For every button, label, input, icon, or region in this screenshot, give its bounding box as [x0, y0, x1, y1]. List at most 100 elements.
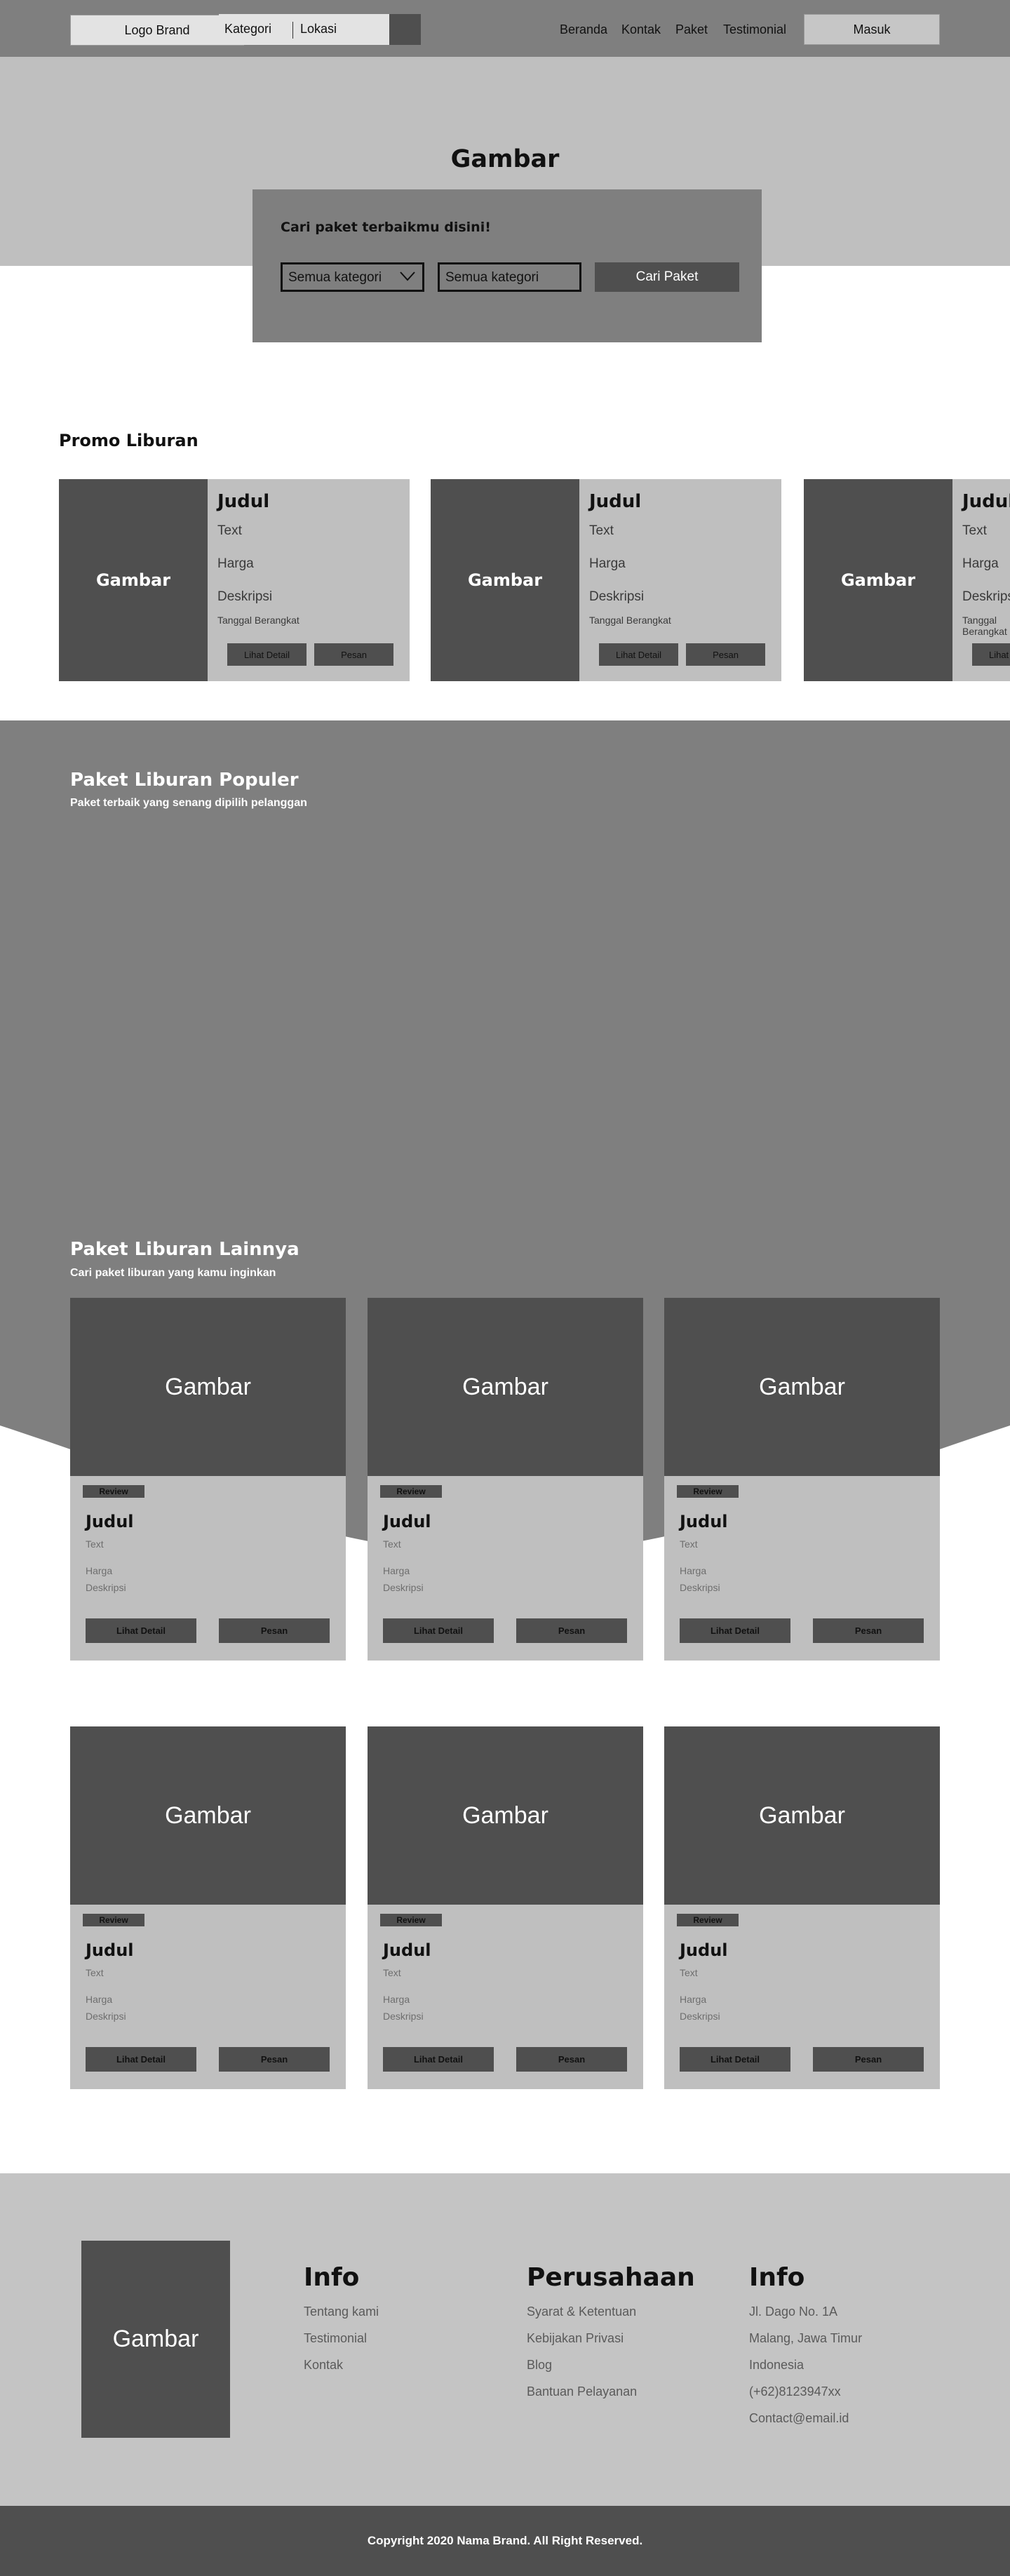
pesan-button[interactable]: Pesan	[813, 1618, 924, 1643]
package-card[interactable]: Gambar Review Judul Text Harga Deskripsi…	[70, 1726, 346, 2089]
nav-link-kontak[interactable]: Kontak	[621, 22, 661, 37]
lihat-detail-button[interactable]: Lihat Detail	[680, 2047, 790, 2072]
lihat-detail-button[interactable]: Lihat Detail	[680, 1618, 790, 1643]
search-button[interactable]	[389, 14, 421, 45]
pesan-button[interactable]: Pesan	[219, 2047, 330, 2072]
package-card-image: Gambar	[70, 1726, 346, 1905]
package-card-text: Text	[86, 1967, 104, 1978]
chevron-down-icon	[400, 271, 415, 281]
promo-card-text: Text	[217, 523, 242, 538]
footer-address-city: Malang, Jawa Timur	[749, 2331, 863, 2345]
footer-info-heading: Info	[304, 2263, 360, 2292]
package-card[interactable]: Gambar Review Judul Text Harga Deskripsi…	[368, 1298, 643, 1661]
review-badge[interactable]: Review	[380, 1485, 442, 1498]
promo-card-text: Text	[589, 523, 614, 538]
copyright-text: Copyright 2020 Nama Brand. All Right Res…	[0, 2506, 1010, 2576]
package-card[interactable]: Gambar Review Judul Text Harga Deskripsi…	[664, 1726, 940, 2089]
promo-card[interactable]: Gambar Judul Text Harga Deskripsi Tangga…	[431, 479, 781, 681]
promo-card-harga: Harga	[589, 556, 626, 571]
nav-search-kategori[interactable]: Kategori	[224, 22, 271, 36]
review-badge[interactable]: Review	[677, 1485, 739, 1498]
package-card-deskripsi: Deskripsi	[86, 2011, 126, 2022]
package-card-deskripsi: Deskripsi	[86, 1582, 126, 1593]
package-card-judul: Judul	[86, 1512, 134, 1531]
pesan-button[interactable]: Pesan	[516, 2047, 627, 2072]
package-card-text: Text	[383, 1538, 401, 1550]
lihat-detail-button[interactable]: Lihat Detail	[86, 2047, 196, 2072]
lihat-detail-button[interactable]: Lihat Detail	[599, 643, 678, 666]
lihat-detail-button[interactable]: Lihat Detail	[86, 1618, 196, 1643]
package-card-judul: Judul	[383, 1940, 431, 1960]
package-card-harga: Harga	[680, 1565, 707, 1576]
footer-link-blog[interactable]: Blog	[527, 2358, 552, 2373]
package-card-image: Gambar	[70, 1298, 346, 1476]
promo-card-deskripsi: Deskripsi	[217, 589, 273, 604]
promo-card-deskripsi: Deskripsi	[962, 589, 1010, 604]
lainnya-section-subtitle: Cari paket liburan yang kamu inginkan	[70, 1267, 276, 1279]
package-card-image: Gambar	[664, 1726, 940, 1905]
package-card-deskripsi: Deskripsi	[383, 1582, 424, 1593]
package-card-judul: Judul	[86, 1940, 134, 1960]
footer-link-kontak[interactable]: Kontak	[304, 2358, 343, 2373]
promo-card[interactable]: Gambar Judul Text Harga Deskripsi Tangga…	[804, 479, 1010, 681]
footer-email[interactable]: Contact@email.id	[749, 2411, 849, 2426]
kategori-select-2[interactable]: Semua kategori	[438, 262, 581, 292]
review-badge[interactable]: Review	[380, 1914, 442, 1926]
package-card-text: Text	[383, 1967, 401, 1978]
footer-link-testimonial[interactable]: Testimonial	[304, 2331, 367, 2346]
footer-perusahaan-heading: Perusahaan	[527, 2263, 695, 2292]
package-card-harga: Harga	[86, 1994, 113, 2005]
package-card[interactable]: Gambar Review Judul Text Harga Deskripsi…	[664, 1298, 940, 1661]
package-card[interactable]: Gambar Review Judul Text Harga Deskripsi…	[70, 1298, 346, 1661]
promo-card-tanggal: Tanggal Berangkat	[589, 615, 671, 626]
pesan-button[interactable]: Pesan	[686, 643, 765, 666]
review-badge[interactable]: Review	[677, 1914, 739, 1926]
nav-search-lokasi[interactable]: Lokasi	[300, 22, 337, 36]
promo-card-tanggal: Tanggal Berangkat	[217, 615, 299, 626]
pesan-button[interactable]: Pesan	[516, 1618, 627, 1643]
footer-contact-heading: Info	[749, 2263, 805, 2292]
package-card-harga: Harga	[383, 1994, 410, 2005]
footer-link-privasi[interactable]: Kebijakan Privasi	[527, 2331, 624, 2346]
footer-image: Gambar	[81, 2241, 230, 2438]
package-card-judul: Judul	[680, 1512, 728, 1531]
footer-link-bantuan[interactable]: Bantuan Pelayanan	[527, 2384, 637, 2399]
promo-card[interactable]: Gambar Judul Text Harga Deskripsi Tangga…	[59, 479, 410, 681]
package-card-text: Text	[680, 1538, 698, 1550]
package-card-harga: Harga	[383, 1565, 410, 1576]
review-badge[interactable]: Review	[83, 1914, 144, 1926]
package-card-image: Gambar	[368, 1298, 643, 1476]
pesan-button[interactable]: Pesan	[813, 2047, 924, 2072]
package-card-image: Gambar	[664, 1298, 940, 1476]
package-card[interactable]: Gambar Review Judul Text Harga Deskripsi…	[368, 1726, 643, 2089]
hero-image-label: Gambar	[450, 145, 560, 173]
lihat-detail-button[interactable]: Lihat Detail	[383, 1618, 494, 1643]
footer-address-country: Indonesia	[749, 2358, 804, 2372]
nav-link-testimonial[interactable]: Testimonial	[723, 22, 786, 37]
logo-brand[interactable]: Logo Brand	[70, 15, 244, 46]
review-badge[interactable]: Review	[83, 1485, 144, 1498]
package-card-text: Text	[680, 1967, 698, 1978]
footer-link-syarat[interactable]: Syarat & Ketentuan	[527, 2305, 636, 2319]
package-card-deskripsi: Deskripsi	[680, 1582, 720, 1593]
promo-card-harga: Harga	[962, 556, 999, 571]
kategori-select-2-value: Semua kategori	[445, 270, 539, 285]
lihat-detail-button[interactable]: Lihat Detail	[227, 643, 307, 666]
footer-link-tentang[interactable]: Tentang kami	[304, 2305, 379, 2319]
nav-link-beranda[interactable]: Beranda	[560, 22, 607, 37]
lihat-detail-button[interactable]: Lihat Detail	[383, 2047, 494, 2072]
kategori-select[interactable]: Semua kategori	[281, 262, 424, 292]
pesan-button[interactable]: Pesan	[219, 1618, 330, 1643]
popular-section-title: Paket Liburan Populer	[70, 770, 299, 791]
masuk-button[interactable]: Masuk	[804, 14, 940, 45]
pesan-button[interactable]: Pesan	[314, 643, 393, 666]
promo-card-image: Gambar	[804, 479, 952, 681]
package-card-harga: Harga	[680, 1994, 707, 2005]
promo-card-judul: Judul	[962, 491, 1010, 512]
cari-paket-button[interactable]: Cari Paket	[595, 262, 739, 292]
nav-link-paket[interactable]: Paket	[675, 22, 708, 37]
lihat-detail-button[interactable]: Lihat Detail	[972, 643, 1010, 666]
lainnya-section-title: Paket Liburan Lainnya	[70, 1239, 299, 1260]
package-card-harga: Harga	[86, 1565, 113, 1576]
promo-card-judul: Judul	[217, 491, 270, 512]
